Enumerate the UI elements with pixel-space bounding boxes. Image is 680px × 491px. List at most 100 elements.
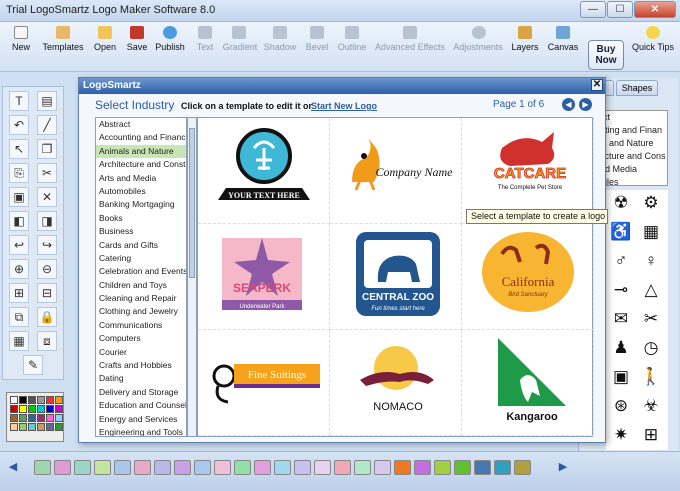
industry-list-item[interactable]: Business — [96, 225, 186, 238]
bring-front-icon[interactable]: ◧ — [9, 211, 29, 231]
layers-button[interactable]: Layers — [508, 42, 542, 52]
adjustments-button[interactable]: Adjustments — [450, 42, 506, 52]
template-central-zoo[interactable]: CENTRAL ZOO Fun times start here — [330, 224, 462, 330]
color-swatch[interactable] — [46, 405, 54, 413]
color-swatch[interactable] — [19, 396, 27, 404]
quick-tips-button[interactable]: Quick Tips — [630, 42, 676, 52]
color-swatch[interactable] — [55, 423, 63, 431]
template-seaperk[interactable]: SEAPERK Underwater Park — [198, 224, 330, 330]
ungroup-icon[interactable]: ⧈ — [37, 331, 57, 351]
color-swatch[interactable] — [28, 414, 36, 422]
new-button[interactable]: New — [6, 42, 36, 52]
industry-list-item[interactable]: Books — [96, 212, 186, 225]
bone-icon[interactable]: ⊸ — [608, 277, 634, 303]
industry-list-item[interactable]: Architecture and Constr — [96, 158, 186, 171]
color-swatch[interactable] — [454, 460, 471, 475]
scissors-icon[interactable]: ✂ — [638, 306, 664, 332]
mail-icon[interactable]: ✉ — [608, 306, 634, 332]
industry-list-item[interactable]: Accounting and Finance — [96, 131, 186, 144]
scroll-left-icon[interactable]: ◀ — [6, 459, 20, 476]
warning-sign-icon[interactable]: △ — [638, 277, 664, 303]
color-swatch[interactable] — [37, 405, 45, 413]
color-swatch[interactable] — [274, 460, 291, 475]
grid-icon[interactable]: ▦ — [9, 331, 29, 351]
color-swatch[interactable] — [514, 460, 531, 475]
color-swatch[interactable] — [54, 460, 71, 475]
lock-icon[interactable]: 🔒 — [37, 307, 57, 327]
color-swatch[interactable] — [10, 396, 18, 404]
template-fine-suitings[interactable]: Fine Suitings — [198, 330, 330, 436]
image-tool-icon[interactable]: ▤ — [37, 91, 57, 111]
canvas-button[interactable]: Canvas — [546, 42, 580, 52]
color-swatch[interactable] — [334, 460, 351, 475]
color-swatch[interactable] — [354, 460, 371, 475]
color-swatch[interactable] — [10, 423, 18, 431]
color-swatch[interactable] — [394, 460, 411, 475]
template-company-name[interactable]: Company Name — [330, 118, 462, 224]
industry-list-item[interactable]: Engineering and Tools — [96, 426, 186, 436]
wheelchair-icon[interactable]: ♿ — [608, 219, 634, 245]
mountain-icon[interactable]: ▣ — [608, 364, 634, 390]
text-tool-icon[interactable]: T — [9, 91, 29, 111]
industry-list-item[interactable]: Arts and Media — [96, 172, 186, 185]
templates-button[interactable]: Templates — [40, 42, 86, 52]
send-back-icon[interactable]: ◨ — [37, 211, 57, 231]
color-swatch[interactable] — [134, 460, 151, 475]
redo-icon[interactable]: ↪ — [37, 235, 57, 255]
save-button[interactable]: Save — [122, 42, 152, 52]
text-button[interactable]: Text — [190, 42, 220, 52]
color-swatch[interactable] — [28, 396, 36, 404]
color-swatch[interactable] — [34, 460, 51, 475]
eyedropper-icon[interactable]: ✎ — [23, 355, 43, 375]
line-tool-icon[interactable]: ╱ — [37, 115, 57, 135]
open-button[interactable]: Open — [90, 42, 120, 52]
color-swatch[interactable] — [37, 423, 45, 431]
delete-icon[interactable]: ✕ — [37, 187, 57, 207]
color-swatch[interactable] — [114, 460, 131, 475]
color-swatch[interactable] — [174, 460, 191, 475]
next-page-button[interactable]: ▶ — [579, 98, 592, 111]
color-swatch[interactable] — [374, 460, 391, 475]
start-new-logo-link[interactable]: Start New Logo — [311, 101, 377, 111]
template-scorpion[interactable]: YOUR TEXT HERE — [198, 118, 330, 224]
grid-box-icon[interactable]: ⊞ — [638, 422, 664, 448]
template-kangaroo[interactable]: Kangaroo — [462, 330, 594, 436]
radiation-icon[interactable]: ☢ — [608, 190, 634, 216]
template-nomaco[interactable]: NOMACO — [330, 330, 462, 436]
shadow-button[interactable]: Shadow — [262, 42, 298, 52]
gear-icon[interactable]: ⚙ — [638, 190, 664, 216]
color-swatch[interactable] — [37, 414, 45, 422]
industry-list-item[interactable]: Delivery and Storage — [96, 386, 186, 399]
color-swatch[interactable] — [19, 414, 27, 422]
color-swatch[interactable] — [294, 460, 311, 475]
scrollbar-thumb[interactable] — [189, 128, 195, 278]
zoom-out-icon[interactable]: ⊖ — [37, 259, 57, 279]
color-swatch[interactable] — [28, 423, 36, 431]
select-tool-icon[interactable]: ↖ — [9, 139, 29, 159]
close-button[interactable]: ✕ — [634, 1, 676, 18]
color-swatch[interactable] — [194, 460, 211, 475]
color-swatch[interactable] — [19, 423, 27, 431]
color-swatch[interactable] — [10, 414, 18, 422]
copy-tool-icon[interactable]: ❐ — [37, 139, 57, 159]
color-swatch[interactable] — [414, 460, 431, 475]
paste-icon[interactable]: ▣ — [9, 187, 29, 207]
align-icon[interactable]: ⊞ — [9, 283, 29, 303]
color-swatch[interactable] — [74, 460, 91, 475]
color-swatch[interactable] — [474, 460, 491, 475]
industry-list-item[interactable]: Cleaning and Repair — [96, 292, 186, 305]
gradient-button[interactable]: Gradient — [220, 42, 260, 52]
color-swatch[interactable] — [254, 460, 271, 475]
stacked-blocks-icon[interactable]: ▦ — [638, 219, 664, 245]
scroll-right-icon[interactable]: ▶ — [556, 459, 570, 476]
color-swatch[interactable] — [154, 460, 171, 475]
publish-button[interactable]: Publish — [152, 42, 188, 52]
industry-list-item[interactable]: Dating — [96, 372, 186, 385]
industry-list-item[interactable]: Catering — [96, 252, 186, 265]
color-swatch[interactable] — [55, 405, 63, 413]
industry-list-item[interactable]: Banking Mortgaging — [96, 198, 186, 211]
industry-list-item[interactable]: Education and Counsel — [96, 399, 186, 412]
maximize-button[interactable]: ☐ — [607, 1, 633, 18]
male-icon[interactable]: ♂ — [608, 248, 634, 274]
buy-now-button[interactable]: Buy Now — [588, 40, 624, 70]
